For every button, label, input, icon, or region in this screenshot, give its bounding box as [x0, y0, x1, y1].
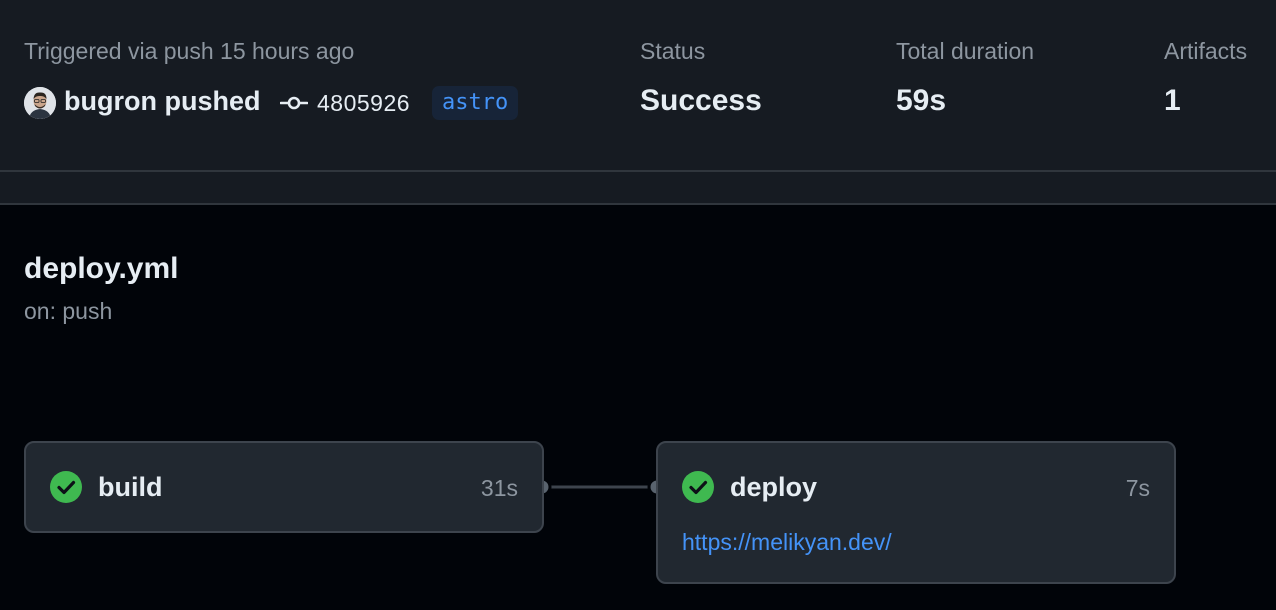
workflow-trigger: on: push	[24, 298, 113, 324]
status-value: Success	[640, 84, 762, 117]
status-label: Status	[640, 38, 706, 64]
job-card-deploy[interactable]: deploy 7s https://melikyan.dev/	[656, 441, 1176, 584]
branch-badge[interactable]: astro	[432, 86, 519, 120]
artifacts-label: Artifacts	[1164, 38, 1248, 64]
commit-sha-link[interactable]: 4805926	[317, 90, 410, 117]
divider-band	[0, 172, 1276, 205]
run-summary-panel: Triggered via push 15 hours ago bugron p…	[0, 0, 1276, 172]
check-circle-icon	[50, 471, 82, 503]
check-circle-icon	[682, 471, 714, 503]
user-avatar-icon	[24, 87, 56, 119]
job-duration: 31s	[480, 475, 518, 501]
job-duration: 7s	[1125, 475, 1150, 501]
pusher-text[interactable]: bugron pushed	[64, 86, 260, 117]
workflow-file-name: deploy.yml	[24, 252, 179, 285]
job-card-build[interactable]: build 31s	[24, 441, 544, 533]
artifacts-count-link[interactable]: 1	[1164, 84, 1181, 118]
total-duration-label: Total duration	[896, 38, 1035, 64]
git-commit-icon	[280, 96, 308, 110]
trigger-label: Triggered via push 15 hours ago	[24, 38, 355, 64]
job-name: deploy	[730, 472, 818, 502]
job-name: build	[98, 472, 163, 502]
deployment-url-link[interactable]: https://melikyan.dev/	[682, 529, 892, 556]
total-duration-value: 59s	[896, 84, 947, 117]
avatar[interactable]	[24, 87, 56, 119]
